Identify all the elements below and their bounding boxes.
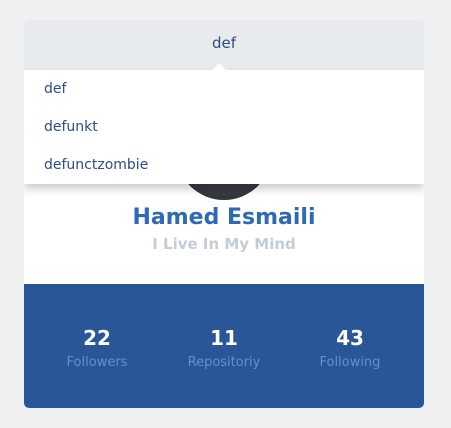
suggestion-item[interactable]: def <box>44 79 66 99</box>
stats-panel: 22 Followers 11 Repositoriy 43 Following <box>24 284 424 408</box>
stat-label: Repositoriy <box>187 355 261 370</box>
suggestion-item[interactable]: defunctzombie <box>44 155 148 175</box>
profile-card: def def defunkt defunctzombie Hamed Esma… <box>24 20 424 408</box>
stat-value: 43 <box>336 326 364 350</box>
stat-value: 11 <box>210 326 238 350</box>
stat-label: Followers <box>66 355 128 370</box>
stat-label: Following <box>319 355 381 370</box>
stat-repositories[interactable]: 11 Repositoriy <box>158 324 290 372</box>
stat-following[interactable]: 43 Following <box>284 324 416 372</box>
stat-followers[interactable]: 22 Followers <box>31 324 163 372</box>
stat-value: 22 <box>83 326 111 350</box>
autocomplete-dropdown: def defunkt defunctzombie <box>24 70 424 184</box>
profile-name: Hamed Esmaili <box>132 205 316 230</box>
suggestion-item[interactable]: defunkt <box>44 117 98 137</box>
search-input[interactable]: def <box>24 31 424 55</box>
dropdown-caret-icon <box>212 63 226 70</box>
profile-tagline: I Live In My Mind <box>152 235 296 253</box>
